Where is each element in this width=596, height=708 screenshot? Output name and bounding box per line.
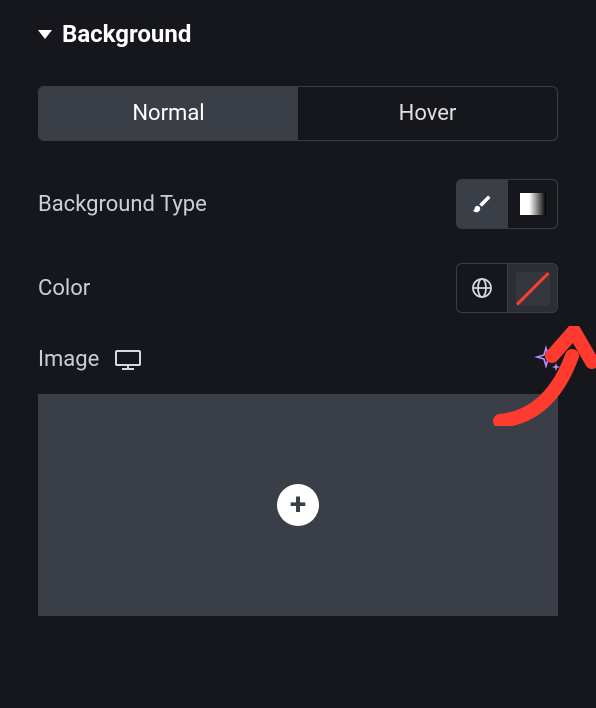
label-image: Image — [38, 347, 99, 372]
section-title: Background — [62, 20, 191, 48]
bg-type-classic-button[interactable] — [457, 180, 507, 228]
global-color-button[interactable] — [457, 264, 507, 312]
caret-down-icon — [38, 30, 52, 39]
row-color: Color — [38, 263, 558, 313]
label-color: Color — [38, 276, 90, 301]
tab-normal[interactable]: Normal — [39, 87, 298, 140]
tab-hover[interactable]: Hover — [298, 87, 557, 140]
color-picker-button[interactable] — [507, 264, 557, 313]
label-background-type: Background Type — [38, 192, 207, 217]
row-background-type: Background Type — [38, 179, 558, 229]
brush-icon — [471, 193, 493, 215]
state-tabs: Normal Hover — [38, 86, 558, 141]
add-image-button[interactable]: + — [277, 484, 319, 526]
image-dropzone[interactable]: + — [38, 394, 558, 616]
desktop-icon[interactable] — [115, 350, 141, 370]
ai-sparkle-icon[interactable] — [534, 345, 562, 373]
bg-type-toggle — [456, 179, 558, 229]
bg-type-gradient-button[interactable] — [507, 180, 557, 228]
row-image: Image — [38, 347, 558, 372]
gradient-icon — [520, 193, 546, 215]
no-color-icon — [516, 272, 550, 306]
globe-icon — [470, 276, 494, 300]
section-header[interactable]: Background — [38, 20, 558, 48]
color-controls — [456, 263, 558, 313]
